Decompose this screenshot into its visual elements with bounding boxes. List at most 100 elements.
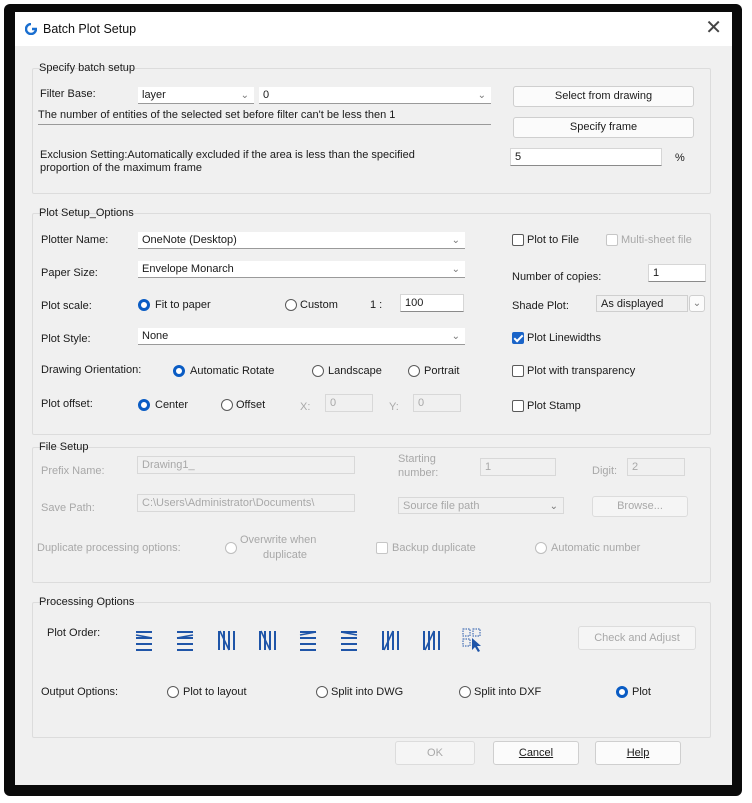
automatic-number-radio[interactable]: [535, 542, 547, 554]
shade-plot-dropdown-button[interactable]: ⌄: [689, 295, 705, 312]
automatic-rotate-radio[interactable]: [173, 365, 185, 377]
plot-output-label: Plot: [632, 686, 651, 698]
help-button[interactable]: Help: [595, 741, 681, 765]
plot-stamp-label: Plot Stamp: [527, 400, 581, 412]
source-path-value: Source file path: [403, 500, 480, 512]
custom-scale-radio[interactable]: [285, 299, 297, 311]
exclusion-percent-input[interactable]: 5: [510, 148, 662, 166]
prefix-name-input[interactable]: Drawing1_: [137, 456, 355, 474]
drawing-orientation-label: Drawing Orientation:: [41, 364, 142, 376]
plot-transparency-checkbox[interactable]: [512, 365, 524, 377]
chevron-down-icon: ⌄: [549, 501, 558, 512]
chevron-down-icon: ⌄: [692, 298, 702, 309]
plot-offset-label: Plot offset:: [41, 398, 93, 410]
portrait-label: Portrait: [424, 365, 460, 377]
plotter-name-select[interactable]: OneNote (Desktop) ⌄: [138, 232, 465, 249]
processing-options-group: [32, 602, 711, 738]
scale-ratio-label: 1 :: [370, 299, 383, 311]
digit-input[interactable]: 2: [627, 458, 685, 476]
exclusion-setting-line1: Exclusion Setting:Automatically excluded…: [40, 149, 415, 161]
sort-right-left-bottom-top-icon[interactable]: [338, 627, 360, 653]
filter-base-select[interactable]: layer ⌄: [138, 87, 254, 104]
plot-order-label: Plot Order:: [47, 627, 101, 639]
plot-style-label: Plot Style:: [41, 333, 91, 345]
app-logo-icon: [25, 23, 37, 35]
title-bar: Batch Plot Setup ✕: [15, 12, 732, 46]
scale-value-input[interactable]: 100: [400, 294, 464, 312]
plot-to-file-checkbox[interactable]: [512, 234, 524, 246]
overwrite-radio[interactable]: [225, 542, 237, 554]
filter-note: The number of entities of the selected s…: [38, 109, 491, 125]
plot-order-icons: [133, 627, 553, 657]
exclusion-setting-line2: proportion of the maximum frame: [40, 162, 203, 174]
offset-radio[interactable]: [221, 399, 233, 411]
sort-top-bottom-right-left-icon[interactable]: [256, 627, 278, 653]
window-title: Batch Plot Setup: [43, 22, 137, 36]
sort-left-right-top-bottom-icon[interactable]: [133, 627, 155, 653]
shade-plot-label: Shade Plot:: [512, 300, 569, 312]
plot-stamp-checkbox[interactable]: [512, 400, 524, 412]
cancel-button-label: Cancel: [518, 747, 554, 759]
plot-to-layout-radio[interactable]: [167, 686, 179, 698]
center-offset-radio[interactable]: [138, 399, 150, 411]
sort-bottom-top-right-left-icon[interactable]: [420, 627, 442, 653]
chevron-down-icon: ⌄: [451, 264, 460, 275]
save-path-input[interactable]: C:\Users\Administrator\Documents\: [137, 494, 355, 512]
backup-duplicate-checkbox[interactable]: [376, 542, 388, 554]
check-adjust-button[interactable]: Check and Adjust: [578, 626, 696, 650]
prefix-name-label: Prefix Name:: [41, 465, 105, 477]
split-dxf-radio[interactable]: [459, 686, 471, 698]
file-setup-group-label: File Setup: [39, 441, 89, 453]
starting-number-input[interactable]: 1: [480, 458, 556, 476]
landscape-radio[interactable]: [312, 365, 324, 377]
shade-plot-value: As displayed: [601, 298, 664, 310]
filter-base-label: Filter Base:: [40, 88, 96, 100]
sort-bottom-top-left-right-icon[interactable]: [379, 627, 401, 653]
help-button-label: Help: [626, 747, 650, 759]
x-label: X:: [300, 401, 311, 413]
sort-top-bottom-left-right-icon[interactable]: [215, 627, 237, 653]
chevron-down-icon: ⌄: [451, 235, 460, 246]
chevron-down-icon: ⌄: [451, 331, 460, 342]
plot-output-radio[interactable]: [616, 686, 628, 698]
ok-button[interactable]: OK: [395, 741, 475, 765]
browse-button[interactable]: Browse...: [592, 496, 688, 517]
split-dxf-label: Split into DXF: [474, 686, 542, 698]
center-label: Center: [155, 399, 189, 411]
plot-style-value: None: [142, 330, 169, 342]
shade-plot-select[interactable]: As displayed: [596, 295, 688, 312]
select-from-drawing-button[interactable]: Select from drawing: [513, 86, 694, 107]
percent-unit: %: [675, 152, 685, 164]
select-order-icon[interactable]: [461, 627, 483, 653]
source-path-select[interactable]: Source file path ⌄: [398, 497, 564, 514]
x-offset-input[interactable]: 0: [325, 394, 373, 412]
multi-sheet-label: Multi-sheet file: [621, 234, 692, 246]
sort-left-right-bottom-top-icon[interactable]: [297, 627, 319, 653]
fit-to-paper-radio[interactable]: [138, 299, 150, 311]
cancel-button[interactable]: Cancel: [493, 741, 579, 765]
plotter-name-label: Plotter Name:: [41, 234, 109, 246]
paper-size-select[interactable]: Envelope Monarch ⌄: [138, 261, 465, 278]
sort-right-left-top-bottom-icon[interactable]: [174, 627, 196, 653]
output-options-label: Output Options:: [41, 686, 119, 698]
automatic-number-label: Automatic number: [551, 542, 641, 554]
multi-sheet-checkbox[interactable]: [606, 234, 618, 246]
save-path-label: Save Path:: [41, 502, 95, 514]
landscape-label: Landscape: [328, 365, 382, 377]
y-offset-input[interactable]: 0: [413, 394, 461, 412]
paper-size-label: Paper Size:: [41, 267, 98, 279]
split-dwg-radio[interactable]: [316, 686, 328, 698]
close-icon[interactable]: ✕: [705, 18, 722, 38]
plot-linewidths-checkbox[interactable]: [512, 332, 524, 344]
filter-value-select[interactable]: 0 ⌄: [259, 87, 491, 104]
plot-style-select[interactable]: None ⌄: [138, 328, 465, 345]
specify-frame-button[interactable]: Specify frame: [513, 117, 694, 138]
backup-duplicate-label: Backup duplicate: [392, 542, 476, 554]
copies-input[interactable]: 1: [648, 264, 706, 282]
overwrite-label-line1: Overwrite when: [240, 534, 317, 546]
filter-base-value: layer: [142, 89, 166, 101]
filter-value: 0: [263, 89, 270, 101]
paper-size-value: Envelope Monarch: [142, 263, 234, 275]
split-dwg-label: Split into DWG: [331, 686, 404, 698]
portrait-radio[interactable]: [408, 365, 420, 377]
